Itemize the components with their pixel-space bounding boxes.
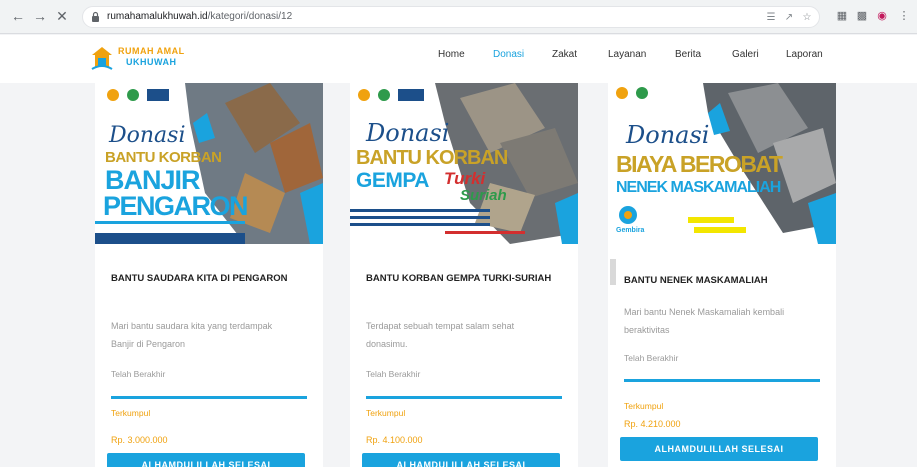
campaign-status: Telah Berakhir [366,369,421,379]
forward-icon[interactable]: → [32,8,48,24]
banner-line2: GEMPA [356,169,429,192]
campaign-description: Mari bantu saudara kita yang terdampak B… [111,321,273,349]
url-text: rumahamalukhuwah.id/kategori/donasi/12 [107,11,292,22]
collected-label: Terkumpul [111,408,151,418]
close-icon[interactable]: ✕ [54,8,70,24]
nav-zakat[interactable]: Zakat [552,49,577,60]
site-logo[interactable]: RUMAH AMAL UKHUWAH [90,43,210,75]
banner-line4: Suriah [460,187,507,204]
nav-berita[interactable]: Berita [675,49,701,60]
campaign-status: Telah Berakhir [111,369,166,379]
collected-amount: Rp. 3.000.000 [111,435,168,445]
campaign-title[interactable]: BANTU NENEK MASKAMALIAH [624,273,814,289]
lock-icon [92,11,99,22]
banner-line1: BANTU KORBAN [105,149,222,166]
url-path: /kategori/donasi/12 [207,11,293,22]
banner-script: Donasi [366,119,450,147]
campaign-finished-button[interactable]: ALHAMDULILLAH SELESAI [107,453,305,467]
collected-label: Terkumpul [624,401,664,411]
progress-fill [111,396,307,399]
browser-toolbar: ← → ✕ rumahamalukhuwah.id/kategori/donas… [0,0,917,34]
scroll-tab[interactable] [610,259,616,285]
nav-donasi[interactable]: Donasi [493,49,524,60]
banner-script: Donasi [109,123,186,148]
banner-line3: Turki [444,169,486,188]
url-host: rumahamalukhuwah.id [107,11,208,22]
campaign-banner[interactable]: Donasi BANTU KORBAN GEMPA Turki Suriah [350,83,578,244]
campaign-title[interactable]: BANTU SAUDARA KITA DI PENGARON [111,271,301,287]
nav-home[interactable]: Home [438,49,465,60]
campaign-card[interactable]: Donasi BIAYA BEROBAT NENEK MASKAMALIAH G… [608,83,836,467]
campaign-banner[interactable]: Donasi BANTU KORBAN BANJIR PENGARON [95,83,323,244]
progress-bar [366,396,562,399]
profile-avatar-icon[interactable]: ◉ [875,9,889,23]
collected-amount: Rp. 4.210.000 [624,419,681,429]
campaign-list: Donasi BANTU KORBAN BANJIR PENGARON BANT… [0,83,917,467]
translate-icon[interactable]: ☰ [765,12,777,24]
logo-text-top: RUMAH AMAL [118,46,185,56]
banner-line1: BANTU KORBAN [356,147,508,169]
puzzle-icon[interactable]: ▩ [855,9,869,23]
extension-icon[interactable]: ▦ [835,9,849,23]
campaign-description: Terdapat sebuah tempat salam sehat donas… [366,321,515,349]
progress-bar [624,379,820,382]
banner-script: Donasi [626,121,710,149]
banner-line1: BIAYA BEROBAT [616,151,783,177]
address-bar[interactable]: rumahamalukhuwah.id/kategori/donasi/12 ☰… [82,6,820,28]
banner-line3: PENGARON [103,191,249,221]
campaign-card[interactable]: Donasi BANTU KORBAN BANJIR PENGARON BANT… [95,83,323,467]
campaign-finished-button[interactable]: ALHAMDULILLAH SELESAI [620,437,818,461]
share-icon[interactable]: ↗ [783,12,795,24]
progress-fill [624,379,820,382]
campaign-card[interactable]: Donasi BANTU KORBAN GEMPA Turki Suriah B… [350,83,578,467]
campaign-title[interactable]: BANTU KORBAN GEMPA TURKI-SURIAH [366,271,556,287]
banner-org: Gembira [616,227,645,234]
banner-line2: NENEK MASKAMALIAH [616,179,781,196]
star-icon[interactable]: ☆ [801,12,813,24]
collected-amount: Rp. 4.100.000 [366,435,423,445]
collected-label: Terkumpul [366,408,406,418]
nav-layanan[interactable]: Layanan [608,49,646,60]
back-icon[interactable]: ← [10,8,26,24]
campaign-status: Telah Berakhir [624,353,679,363]
campaign-finished-button[interactable]: ALHAMDULILLAH SELESAI [362,453,560,467]
nav-laporan[interactable]: Laporan [786,49,823,60]
campaign-description: Mari bantu Nenek Maskamaliah kembali ber… [624,307,785,335]
site-header: RUMAH AMAL UKHUWAH Home Donasi Zakat Lay… [0,35,917,83]
progress-fill [366,396,562,399]
nav-galeri[interactable]: Galeri [732,49,759,60]
logo-house-icon [91,47,113,70]
campaign-banner[interactable]: Donasi BIAYA BEROBAT NENEK MASKAMALIAH G… [608,83,836,244]
progress-bar [111,396,307,399]
more-menu-icon[interactable]: ⋮ [897,9,911,23]
logo-text-bottom: UKHUWAH [126,57,177,67]
